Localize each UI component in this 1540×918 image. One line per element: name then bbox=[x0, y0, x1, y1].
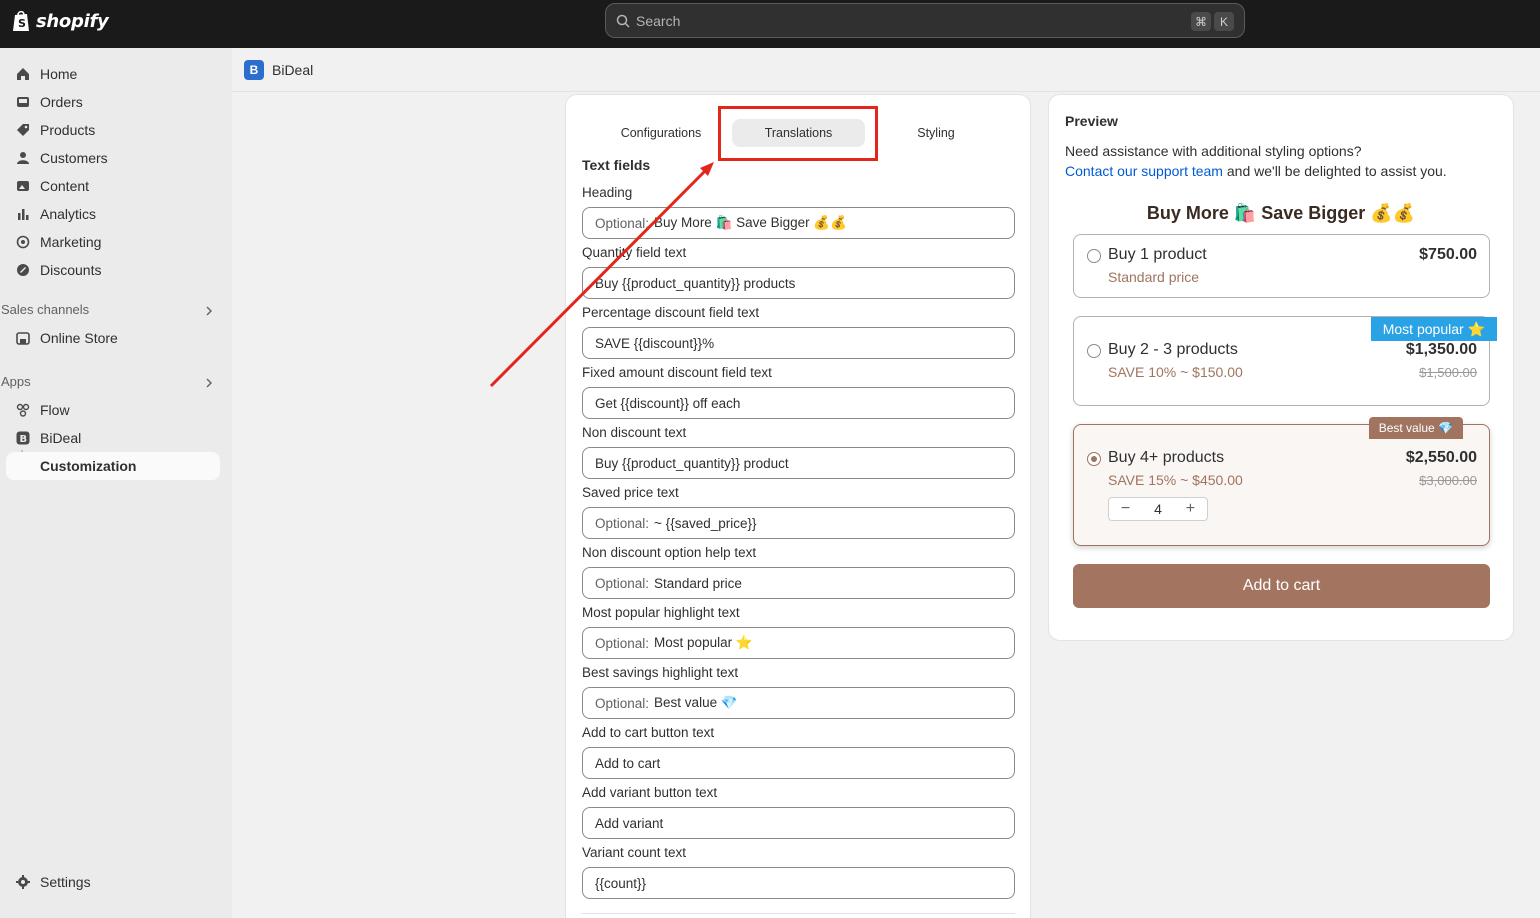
plus-button[interactable]: + bbox=[1186, 500, 1195, 518]
option-price: $2,550.00 bbox=[1405, 449, 1477, 466]
preview-title: Preview bbox=[1065, 113, 1118, 129]
option-title: Buy 4+ products bbox=[1108, 449, 1225, 466]
radio-button[interactable] bbox=[1087, 344, 1101, 358]
most-popular-badge: Most popular ⭐ bbox=[1370, 317, 1497, 341]
option-original-price: $3,000.00 bbox=[1419, 473, 1477, 488]
option-price: $1,350.00 bbox=[1405, 341, 1477, 358]
help-line-rest: and we'll be delighted to assist you. bbox=[1222, 163, 1447, 179]
option-subtitle: SAVE 10% ~ $150.00 bbox=[1108, 364, 1243, 380]
help-line-2: Contact our support team and we'll be de… bbox=[1065, 161, 1447, 181]
minus-button[interactable]: − bbox=[1121, 500, 1130, 518]
preview-card: Preview Need assistance with additional … bbox=[1048, 94, 1514, 641]
bundle-option-2[interactable]: Most popular ⭐ Buy 2 - 3 products SAVE 1… bbox=[1073, 316, 1497, 406]
radio-button-selected[interactable] bbox=[1087, 452, 1101, 466]
radio-button[interactable] bbox=[1087, 249, 1101, 263]
bundle-heading: Buy More 🛍️ Save Bigger 💰💰 bbox=[1146, 203, 1416, 223]
support-link[interactable]: Contact our support team bbox=[1065, 163, 1223, 179]
add-to-cart-button[interactable]: Add to cart bbox=[1073, 564, 1490, 608]
stepper-value: 4 bbox=[1154, 501, 1162, 517]
option-price: $750.00 bbox=[1419, 246, 1477, 263]
option-title: Buy 2 - 3 products bbox=[1108, 341, 1238, 358]
option-subtitle: Standard price bbox=[1108, 269, 1200, 285]
option-original-price: $1,500.00 bbox=[1419, 365, 1477, 380]
bundle-option-3[interactable]: Best value 💎 Buy 4+ products SAVE 15% ~ … bbox=[1073, 417, 1490, 546]
bundle-option-1[interactable]: Buy 1 product Standard price $750.00 bbox=[1073, 234, 1490, 298]
option-subtitle: SAVE 15% ~ $450.00 bbox=[1108, 472, 1243, 488]
best-value-badge: Best value 💎 bbox=[1368, 417, 1463, 439]
help-line: Need assistance with additional styling … bbox=[1065, 143, 1362, 159]
quantity-stepper[interactable]: − 4 + bbox=[1108, 497, 1208, 521]
option-title: Buy 1 product bbox=[1108, 246, 1207, 263]
preview-help-text: Need assistance with additional styling … bbox=[1065, 141, 1447, 181]
